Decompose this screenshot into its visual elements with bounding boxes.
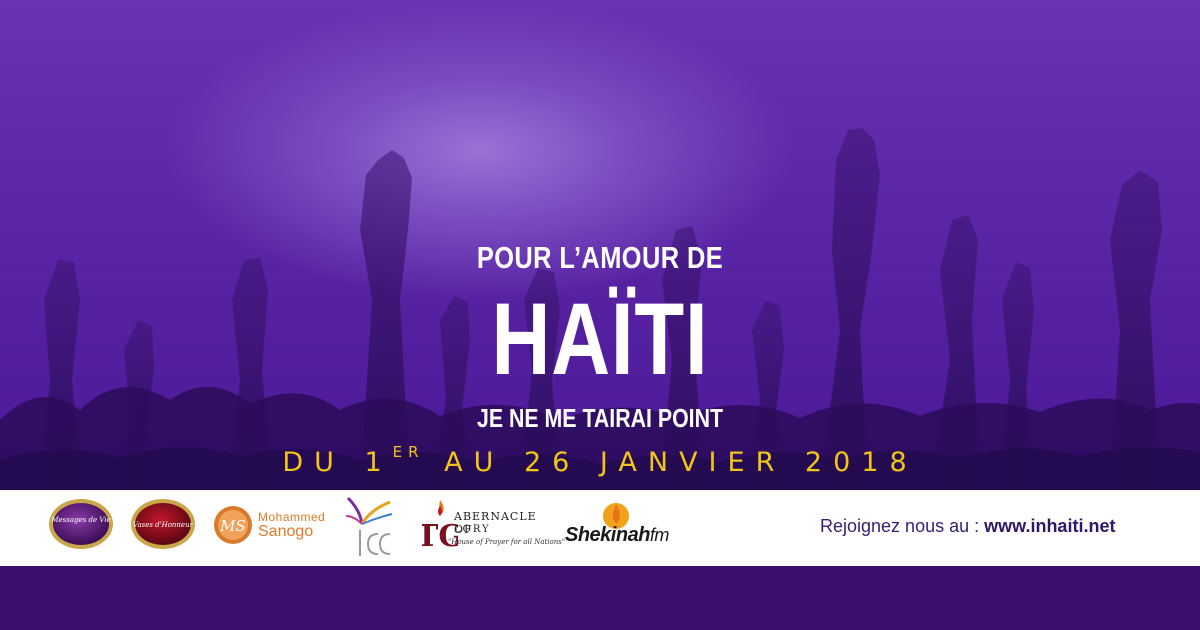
torch-icon: TG — [422, 500, 458, 554]
headline-title: HAÏTI — [491, 282, 709, 396]
hero-banner: POUR L’AMOUR DE HAÏTI JE NE ME TAIRAI PO… — [0, 0, 1200, 490]
tg-initials: TG — [422, 519, 458, 554]
website-link[interactable]: www.inhaiti.net — [984, 516, 1115, 536]
event-dates: DU 1ER AU 26 JANVIER 2018 — [0, 443, 1200, 478]
vases-honneur-text: Vases d'Honneur — [133, 521, 194, 529]
headline-subtitle: JE NE ME TAIRAI POINT — [477, 403, 723, 433]
mohammed-sanogo-logo: MS Mohammed Sanogo — [212, 504, 332, 548]
ms-monogram-icon: MS — [214, 506, 252, 544]
dates-prefix: DU 1 — [282, 447, 393, 478]
tabernacle-of-glory-logo: TG ABERNACLE OF LORY "House of Prayer fo… — [422, 498, 565, 560]
footer-band — [0, 566, 1200, 630]
icc-logo — [340, 494, 398, 560]
vases-honneur-logo: Vases d'Honneur — [130, 498, 196, 550]
mohammed-text: Mohammed — [258, 510, 326, 524]
shekinah-fm-text: fm — [649, 525, 670, 545]
sanogo-text: Sanogo — [258, 523, 314, 540]
shekinah-fm-wordmark: Shekinahfm — [565, 524, 669, 547]
headline-line-1: POUR L’AMOUR DE — [476, 240, 724, 275]
sponsor-logo-bar: Messages de Vie Vases d'Honneur MS Moham… — [0, 490, 1200, 566]
shekinah-fm-logo: Shekinahfm — [565, 500, 695, 556]
dates-suffix: AU 26 JANVIER 2018 — [444, 447, 918, 478]
tabernacle-glory: LORY — [454, 524, 491, 535]
dates-superscript: ER — [392, 443, 425, 461]
messages-de-vie-text: Messages de Vie — [50, 516, 110, 524]
shekinah-text: Shekinah — [565, 524, 650, 546]
ms-initials: MS — [219, 517, 246, 535]
join-us-text: Rejoignez nous au : www.inhaiti.net — [820, 516, 1115, 537]
tabernacle-tagline: "House of Prayer for all Nations" — [448, 538, 566, 546]
join-label: Rejoignez nous au : — [820, 516, 985, 536]
messages-de-vie-logo: Messages de Vie — [48, 498, 114, 550]
